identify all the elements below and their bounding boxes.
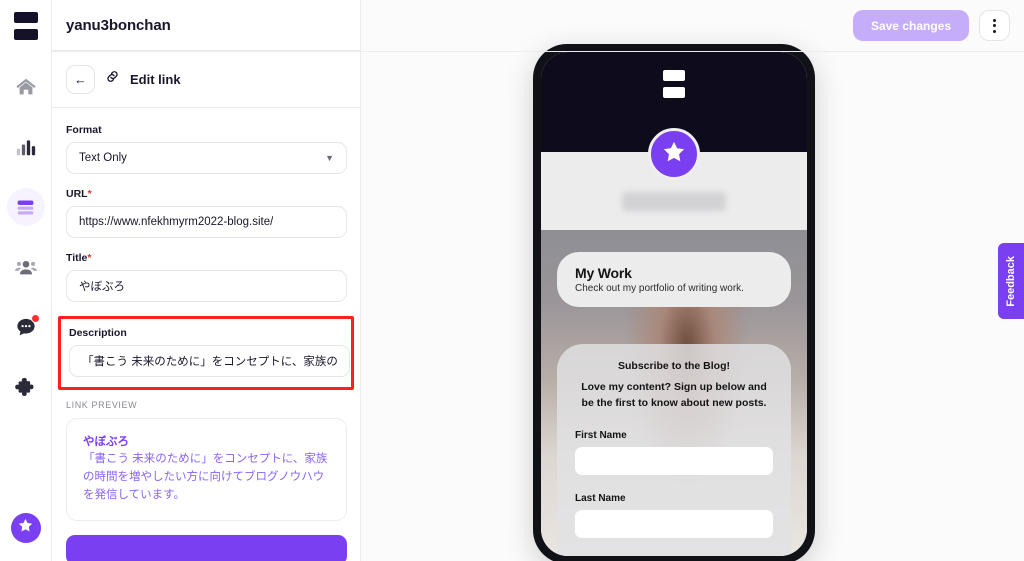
url-label: URL*	[66, 188, 92, 200]
phone-preview-pane: My Work Check out my portfolio of writin…	[361, 0, 1024, 561]
home-icon	[15, 76, 37, 98]
link-form: Format Text Only ▼ URL* https://www.nfek…	[52, 108, 360, 561]
url-value: https://www.nfekhmyrm2022-blog.site/	[79, 216, 274, 228]
back-button[interactable]: ←	[66, 64, 95, 94]
subscribe-description: Love my content? Sign up below and be th…	[581, 381, 767, 409]
puzzle-piece-icon	[14, 376, 37, 398]
link-card-my-work[interactable]: My Work Check out my portfolio of writin…	[557, 252, 791, 307]
save-button[interactable]: Save changes	[852, 10, 969, 41]
format-select[interactable]: Text Only ▼	[66, 142, 347, 174]
subscribe-card: Subscribe to the Blog! Love my content? …	[557, 344, 791, 556]
title-required-marker: *	[87, 252, 92, 264]
sidebar-item-audience[interactable]	[7, 248, 45, 286]
sidebar-item-links[interactable]	[6, 188, 45, 226]
sidebar-item-home[interactable]	[7, 68, 45, 106]
sidebar-item-analytics[interactable]	[7, 128, 45, 166]
phone-frame: My Work Check out my portfolio of writin…	[533, 44, 815, 561]
link-preview-body: 「書こう 未来のために」をコンセプトに、家族の時間を増やしたい方に向けてブログノ…	[83, 453, 328, 501]
avatar[interactable]	[10, 513, 41, 543]
url-field: URL* https://www.nfekhmyrm2022-blog.site…	[66, 188, 347, 238]
star-avatar-icon	[17, 517, 34, 539]
app-header: yanu3bonchan	[52, 0, 360, 51]
header-divider	[52, 51, 1024, 52]
blurred-username	[622, 192, 726, 211]
edit-link-header: ← Edit link	[52, 51, 360, 108]
links-icon	[15, 197, 36, 218]
subscribe-title: Subscribe to the Blog!	[617, 360, 730, 372]
linktree-logo[interactable]	[13, 12, 39, 40]
chevron-down-icon: ▼	[325, 153, 334, 163]
bar-chart-icon	[16, 137, 36, 157]
description-value: 「書こう 未来のために」をコンセプトに、家族の	[82, 356, 337, 368]
app-root: yanu3bonchan ← Edit link Format Text Onl…	[0, 0, 1024, 561]
link-preview-card: やぼぶろ 「書こう 未来のために」をコンセプトに、家族の時間を増やしたい方に向け…	[66, 418, 347, 522]
feedback-tab[interactable]: Feedback	[998, 243, 1024, 319]
kebab-menu-icon[interactable]	[979, 10, 1010, 41]
feedback-label: Feedback	[1005, 255, 1017, 307]
format-field: Format Text Only ▼	[66, 124, 347, 174]
link-card-subtitle: Check out my portfolio of writing work.	[575, 283, 744, 294]
link-preview-label: LINK PREVIEW	[66, 400, 138, 410]
last-name-input[interactable]	[575, 509, 773, 538]
format-value: Text Only	[79, 152, 127, 164]
edit-link-panel: yanu3bonchan ← Edit link Format Text Onl…	[52, 0, 361, 561]
url-input[interactable]: https://www.nfekhmyrm2022-blog.site/	[66, 206, 347, 238]
title-value: やぼぶろ	[79, 281, 125, 293]
first-name-label: First Name	[575, 429, 627, 441]
page-title: yanu3bonchan	[66, 16, 171, 34]
title-field: Title* やぼぶろ	[66, 252, 347, 302]
title-label: Title*	[66, 252, 92, 264]
audience-icon	[14, 256, 37, 278]
chain-link-icon	[105, 69, 120, 89]
sidebar-item-messages[interactable]	[7, 308, 45, 346]
link-card-title: My Work	[575, 265, 632, 281]
arrow-left-icon: ←	[74, 71, 87, 87]
nav-items	[6, 68, 45, 406]
avatar	[648, 128, 700, 180]
title-input[interactable]: やぼぶろ	[66, 270, 347, 302]
logo-bar-bottom	[13, 29, 38, 40]
linktree-logo	[662, 70, 686, 98]
logo-bar-top	[13, 12, 38, 23]
description-label: Description	[69, 327, 127, 339]
description-input[interactable]: 「書こう 未来のために」をコンセプトに、家族の	[69, 345, 350, 377]
first-name-input[interactable]	[575, 446, 773, 475]
left-nav-rail	[0, 0, 52, 561]
header-actions: Save changes	[852, 10, 1010, 41]
phone-screen: My Work Check out my portfolio of writin…	[541, 52, 807, 556]
last-name-label: Last Name	[575, 492, 626, 504]
link-preview-title: やぼぶろ	[83, 436, 129, 448]
star-avatar-icon	[661, 139, 687, 170]
logo-bar-bottom	[663, 87, 685, 98]
description-field-highlight: Description 「書こう 未来のために」をコンセプトに、家族の	[58, 316, 354, 390]
messages-badge	[30, 314, 40, 323]
sidebar-item-apps[interactable]	[7, 368, 45, 406]
format-label: Format	[66, 124, 102, 136]
primary-action-button[interactable]	[66, 535, 347, 561]
edit-link-title: Edit link	[130, 71, 181, 87]
url-required-marker: *	[87, 188, 92, 200]
logo-bar-top	[663, 70, 685, 81]
